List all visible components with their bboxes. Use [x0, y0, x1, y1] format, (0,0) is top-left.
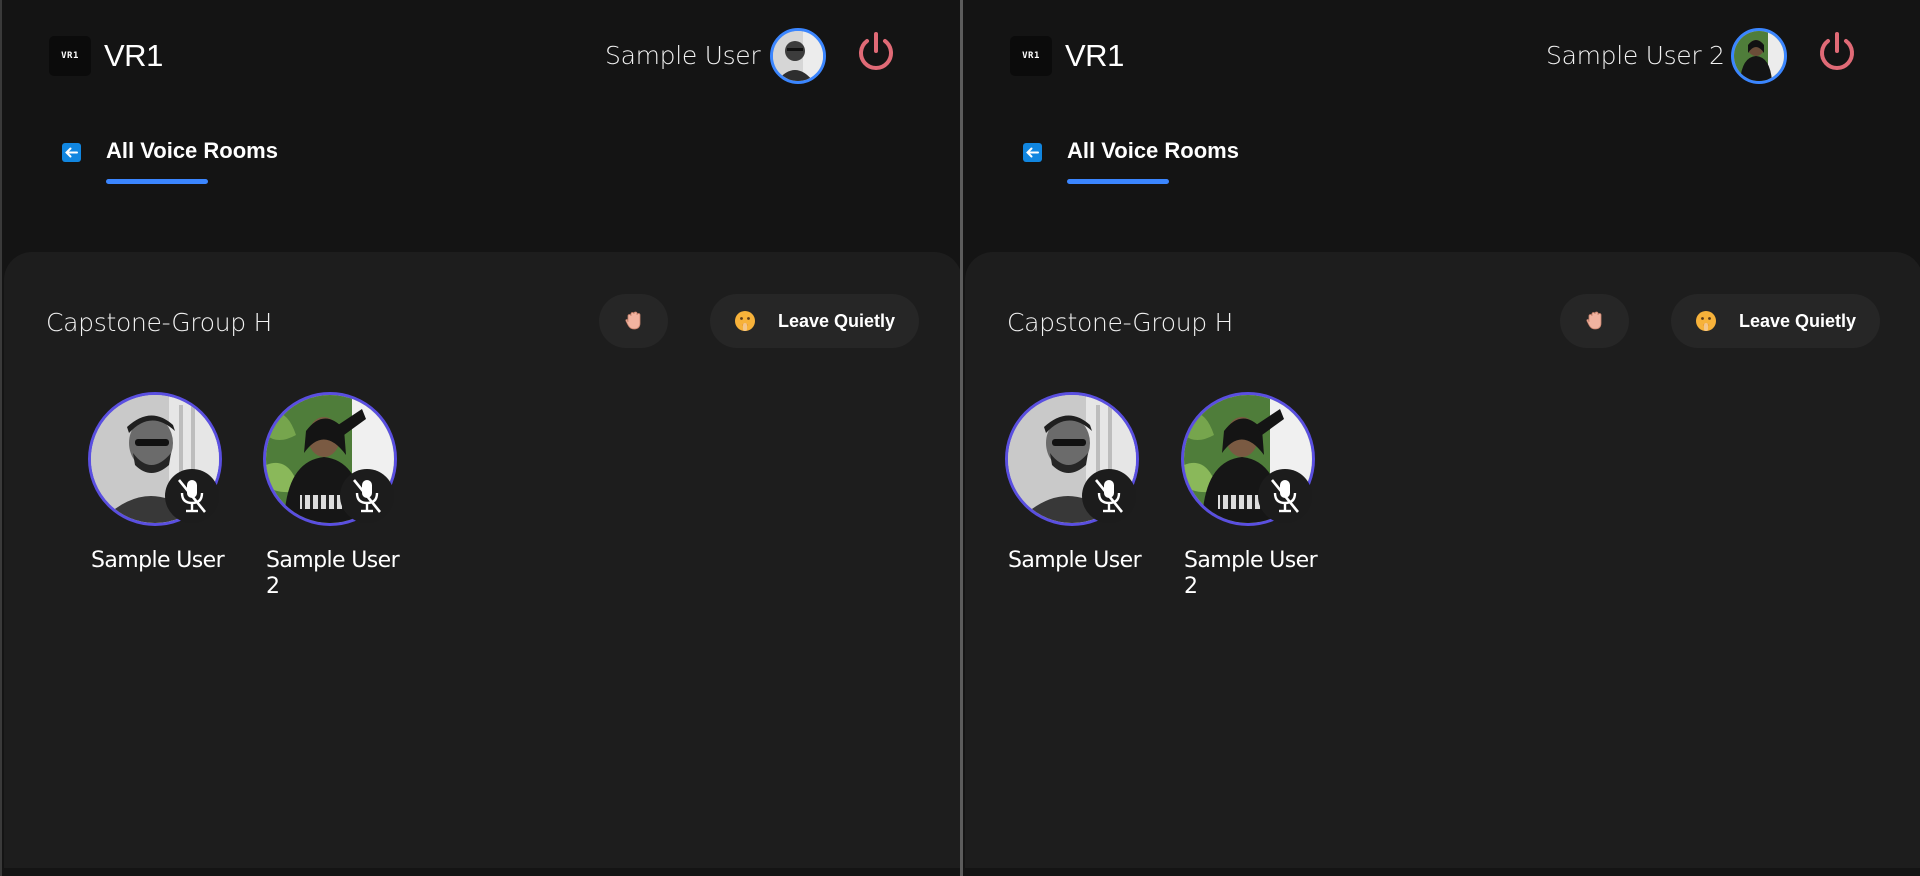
arrow-left-icon[interactable] — [62, 143, 81, 162]
brand-name: VR1 — [104, 38, 163, 73]
room-title: Capstone-Group H — [46, 308, 272, 337]
power-icon — [1820, 32, 1854, 70]
all-voice-rooms-link[interactable]: All Voice Rooms — [106, 138, 278, 164]
raise-hand-button[interactable] — [1560, 294, 1629, 348]
power-button[interactable] — [852, 28, 900, 76]
leave-quietly-button[interactable]: Leave Quietly — [710, 294, 919, 348]
participant-name: Sample User 2 — [266, 548, 400, 599]
shushing-face-icon — [1696, 311, 1716, 331]
vr1-logo-icon[interactable]: VR1 — [1010, 36, 1052, 76]
app-window-right: VR1 VR1 Sample User 2 All Voice Rooms Ca… — [960, 0, 1920, 876]
raise-hand-button[interactable] — [599, 294, 668, 348]
room-card: Capstone-Group H Leave Quietly Sample Us… — [4, 252, 960, 876]
app-stage: VR1 VR1 Sample User All Voice Rooms Caps… — [0, 0, 1920, 876]
mic-off-icon — [340, 469, 394, 523]
current-user-name: Sample User 2 — [1546, 41, 1725, 70]
room-card: Capstone-Group H Leave Quietly Sample Us… — [965, 252, 1920, 876]
app-window-left: VR1 VR1 Sample User All Voice Rooms Caps… — [0, 0, 960, 876]
participant-name: Sample User 2 — [1184, 548, 1318, 599]
arrow-left-icon[interactable] — [1023, 143, 1042, 162]
leave-quietly-label: Leave Quietly — [1739, 310, 1857, 331]
logo-mark: VR1 — [61, 51, 79, 61]
current-user-avatar[interactable] — [1731, 28, 1787, 84]
leave-quietly-button[interactable]: Leave Quietly — [1671, 294, 1880, 348]
power-button[interactable] — [1813, 28, 1861, 76]
navbar: VR1 VR1 Sample User 2 — [963, 0, 1920, 110]
raised-hand-icon — [1585, 311, 1601, 330]
shushing-face-icon — [735, 311, 755, 331]
leave-quietly-label: Leave Quietly — [778, 310, 896, 331]
user-photo — [1734, 31, 1784, 81]
active-underline — [1067, 179, 1169, 184]
mic-off-icon — [165, 469, 219, 523]
brand-name: VR1 — [1065, 38, 1124, 73]
bottom-strip — [963, 868, 1920, 876]
all-voice-rooms-link[interactable]: All Voice Rooms — [1067, 138, 1239, 164]
logo-mark: VR1 — [1022, 51, 1040, 61]
mic-off-icon — [1082, 469, 1136, 523]
bottom-strip — [2, 868, 960, 876]
user-photo — [773, 31, 823, 81]
current-user-avatar[interactable] — [770, 28, 826, 84]
vr1-logo-icon[interactable]: VR1 — [49, 36, 91, 76]
mic-off-icon — [1258, 469, 1312, 523]
room-title: Capstone-Group H — [1007, 308, 1233, 337]
raised-hand-icon — [624, 311, 640, 330]
participant-name: Sample User — [91, 548, 225, 573]
participant-name: Sample User — [1008, 548, 1142, 573]
active-underline — [106, 179, 208, 184]
current-user-name: Sample User — [605, 41, 761, 70]
power-icon — [859, 32, 893, 70]
navbar: VR1 VR1 Sample User — [2, 0, 960, 110]
